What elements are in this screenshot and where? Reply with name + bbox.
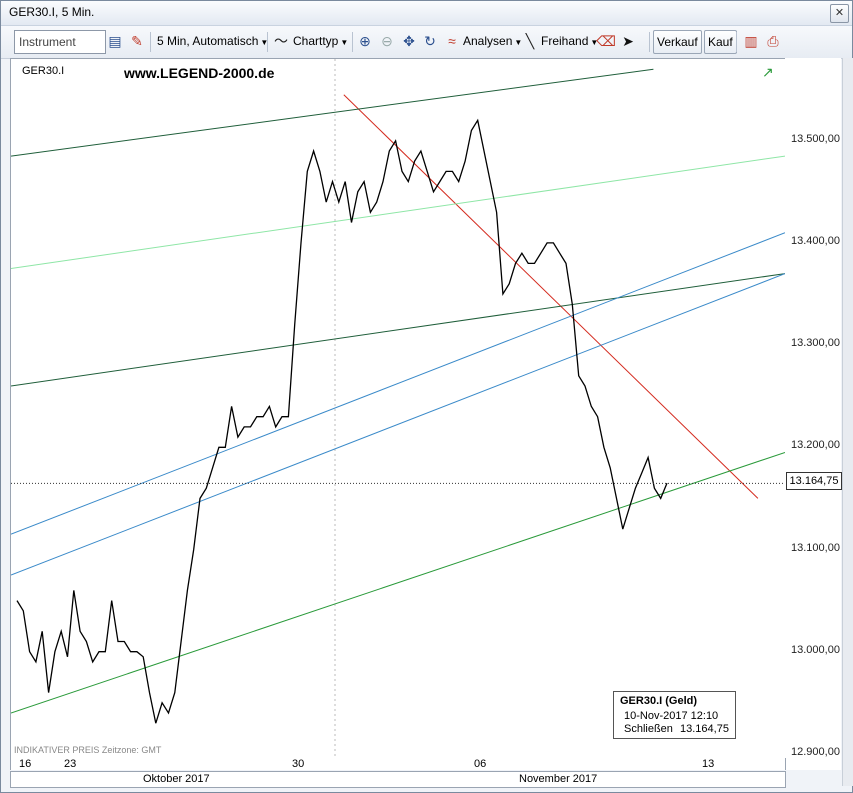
info-close-label: Schließen <box>624 723 673 735</box>
symbol-label: GER30.I <box>22 65 65 77</box>
eraser-icon[interactable]: ⌫ <box>596 31 616 51</box>
trendline-5[interactable] <box>10 273 786 576</box>
info-title: GER30.I (Geld) <box>620 695 698 707</box>
y-tick-label: 13.200,00 <box>791 439 840 452</box>
x-tick-label: 13 <box>702 758 715 770</box>
freihand-dropdown[interactable]: Freihand ▼ <box>541 30 598 52</box>
chart-plot[interactable] <box>10 58 786 760</box>
print-icon[interactable]: ⎙ <box>763 31 783 51</box>
freihand-label: Freihand <box>541 34 589 48</box>
month-label: November 2017 <box>519 773 598 785</box>
current-price-badge: 13.164,75 <box>786 472 842 490</box>
y-tick-label: 12.900,00 <box>791 745 840 758</box>
y-tick-label: 13.400,00 <box>791 234 840 247</box>
price-axis: 13.500,00 13.400,00 13.300,00 13.200,00 13.1… <box>785 58 841 770</box>
y-tick-label: 13.000,00 <box>791 643 840 656</box>
analysen-label: Analysen <box>463 34 513 48</box>
charttyp-dropdown[interactable]: Charttyp ▼ <box>293 30 348 52</box>
chart-window: GER30.I, 5 Min. ✕ Instrument ▤ ✎ 5 Min, … <box>0 0 853 793</box>
vertical-scrollbar[interactable] <box>842 58 853 786</box>
x-tick-label: 06 <box>474 758 487 770</box>
interval-dropdown[interactable]: 5 Min, Automatisch ▼ <box>157 30 268 52</box>
month-label: Oktober 2017 <box>143 773 210 785</box>
watermark-text: www.LEGEND-2000.de <box>124 65 275 81</box>
indicator-icon[interactable]: ✎ <box>127 31 147 51</box>
trendline-1[interactable] <box>10 68 654 157</box>
trendline-0[interactable] <box>343 94 759 499</box>
instrument-list-icon[interactable]: ▤ <box>105 31 125 51</box>
title-bar: GER30.I, 5 Min. ✕ <box>1 1 852 26</box>
instrument-input[interactable]: Instrument <box>14 30 106 54</box>
x-tick-label: 30 <box>292 758 305 770</box>
trendline-3[interactable] <box>10 273 786 387</box>
charttyp-label: Charttyp <box>293 34 339 48</box>
info-datetime: 10-Nov-2017 12:10 <box>624 710 719 722</box>
y-tick-label: 13.300,00 <box>791 337 840 350</box>
verkauf-button[interactable]: Verkauf <box>653 30 702 54</box>
info-box: GER30.I (Geld) 10-Nov-2017 12:10 Schließ… <box>613 691 736 739</box>
x-tick-label: 16 <box>19 758 32 770</box>
analysen-dropdown[interactable]: Analysen ▼ <box>463 30 522 52</box>
line-chart-icon[interactable]: 〜 <box>271 31 291 51</box>
analysis-icon[interactable]: ≈ <box>442 31 462 51</box>
refresh-icon[interactable]: ↻ <box>420 31 440 51</box>
window-title: GER30.I, 5 Min. <box>9 5 95 19</box>
kauf-button[interactable]: Kauf <box>704 30 737 54</box>
price-line <box>16 118 668 724</box>
x-tick-label: 23 <box>64 758 77 770</box>
trendline-2[interactable] <box>10 155 786 269</box>
date-axis: 16 23 30 06 13 <box>10 758 786 770</box>
y-tick-label: 13.100,00 <box>791 541 840 554</box>
toolbar: Instrument ▤ ✎ 5 Min, Automatisch ▼ 〜 Cha… <box>1 26 852 59</box>
interval-label: 5 Min, Automatisch <box>157 34 259 48</box>
fit-icon[interactable]: ✥ <box>399 31 419 51</box>
trendline-icon[interactable]: ╲ <box>520 31 540 51</box>
price-chart <box>10 59 786 759</box>
cursor-icon[interactable]: ➤ <box>618 31 638 51</box>
footer-note: INDIKATIVER PREIS Zeitzone: GMT <box>14 745 162 755</box>
month-axis: Oktober 2017 November 2017 <box>10 771 786 788</box>
zoom-in-icon[interactable]: ⊕ <box>355 31 375 51</box>
zoom-out-icon[interactable]: ⊖ <box>377 31 397 51</box>
close-icon[interactable]: ✕ <box>830 4 849 23</box>
y-tick-label: 13.500,00 <box>791 132 840 145</box>
trendline-6[interactable] <box>10 451 786 714</box>
trend-up-icon: ↗ <box>762 64 774 80</box>
info-close-value: 13.164,75 <box>680 723 729 735</box>
chart-settings-icon[interactable]: ▥ <box>741 31 761 51</box>
trendline-4[interactable] <box>10 232 786 535</box>
